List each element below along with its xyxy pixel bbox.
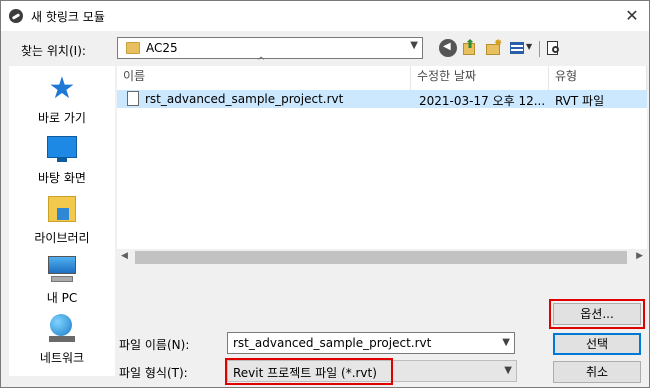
file-dialog-window: 새 핫링크 모듈 ✕ 찾는 위치(I): AC25 ▼ ⬆ ✸ ▼ ★ 바로 가… xyxy=(0,0,650,388)
place-this-pc[interactable]: 내 PC xyxy=(9,254,115,306)
filename-label: 파일 이름(N): xyxy=(119,338,190,352)
lookin-label: 찾는 위치(I): xyxy=(21,44,86,58)
current-folder: AC25 xyxy=(146,41,178,55)
up-folder-icon[interactable]: ⬆ xyxy=(461,37,479,57)
file-icon xyxy=(127,91,139,106)
place-label: 바로 가기 xyxy=(38,111,86,125)
toolbar-separator xyxy=(539,41,540,57)
column-header-name[interactable]: 이름 xyxy=(117,66,411,90)
column-header-modified[interactable]: 수정한 날짜 xyxy=(411,66,549,90)
file-modified: 2021-03-17 오후 12... xyxy=(419,94,545,108)
place-desktop[interactable]: 바탕 화면 xyxy=(9,134,115,186)
desktop-icon xyxy=(45,134,79,164)
folder-icon xyxy=(126,42,140,54)
scroll-right-icon[interactable]: ▶ xyxy=(636,251,643,261)
file-name: rst_advanced_sample_project.rvt xyxy=(145,92,344,106)
new-folder-icon[interactable]: ✸ xyxy=(485,38,503,57)
file-list[interactable]: ^ 이름 수정한 날짜 유형 rst_advanced_sample_proje… xyxy=(117,56,647,266)
chevron-down-icon[interactable]: ▼ xyxy=(502,337,510,348)
highlight-outline-filetype xyxy=(225,358,393,385)
column-header-type[interactable]: 유형 xyxy=(549,66,647,90)
chevron-down-icon: ▼ xyxy=(504,365,512,376)
app-icon xyxy=(9,9,23,23)
place-network[interactable]: 네트워크 xyxy=(9,314,115,366)
select-button[interactable]: 선택 xyxy=(553,333,641,355)
highlight-outline-options xyxy=(549,299,645,329)
place-label: 내 PC xyxy=(46,291,78,305)
preview-icon[interactable] xyxy=(545,39,563,57)
this-pc-icon xyxy=(45,254,79,284)
back-icon[interactable] xyxy=(439,39,457,57)
chevron-down-icon: ▼ xyxy=(410,40,418,51)
place-label: 바탕 화면 xyxy=(38,171,86,185)
scroll-left-icon[interactable]: ◀ xyxy=(121,251,128,261)
cancel-button[interactable]: 취소 xyxy=(553,361,641,383)
filetype-label: 파일 형식(T): xyxy=(119,366,188,380)
file-row[interactable]: rst_advanced_sample_project.rvt 2021-03-… xyxy=(117,90,647,108)
places-bar: ★ 바로 가기 바탕 화면 라이브러리 내 PC 네트워크 xyxy=(9,66,115,376)
file-type: RVT 파일 xyxy=(555,94,605,108)
filename-value: rst_advanced_sample_project.rvt xyxy=(233,336,432,350)
horizontal-scrollbar[interactable]: ◀ ▶ xyxy=(117,249,647,266)
filename-input[interactable]: rst_advanced_sample_project.rvt ▼ xyxy=(227,332,515,354)
network-icon xyxy=(45,314,79,344)
place-library[interactable]: 라이브러리 xyxy=(9,194,115,246)
library-icon xyxy=(45,194,79,224)
place-label: 라이브러리 xyxy=(34,231,90,245)
lookin-dropdown[interactable]: AC25 ▼ xyxy=(117,37,423,59)
window-title: 새 핫링크 모듈 xyxy=(31,10,105,24)
title-bar: 새 핫링크 모듈 ✕ xyxy=(1,1,649,31)
view-menu-icon[interactable]: ▼ xyxy=(509,39,535,57)
quick-access-star-icon: ★ xyxy=(48,71,76,106)
place-quick-access[interactable]: ★ 바로 가기 xyxy=(9,74,115,126)
scroll-thumb[interactable] xyxy=(135,251,627,264)
close-button[interactable]: ✕ xyxy=(615,1,649,31)
place-label: 네트워크 xyxy=(39,351,85,365)
